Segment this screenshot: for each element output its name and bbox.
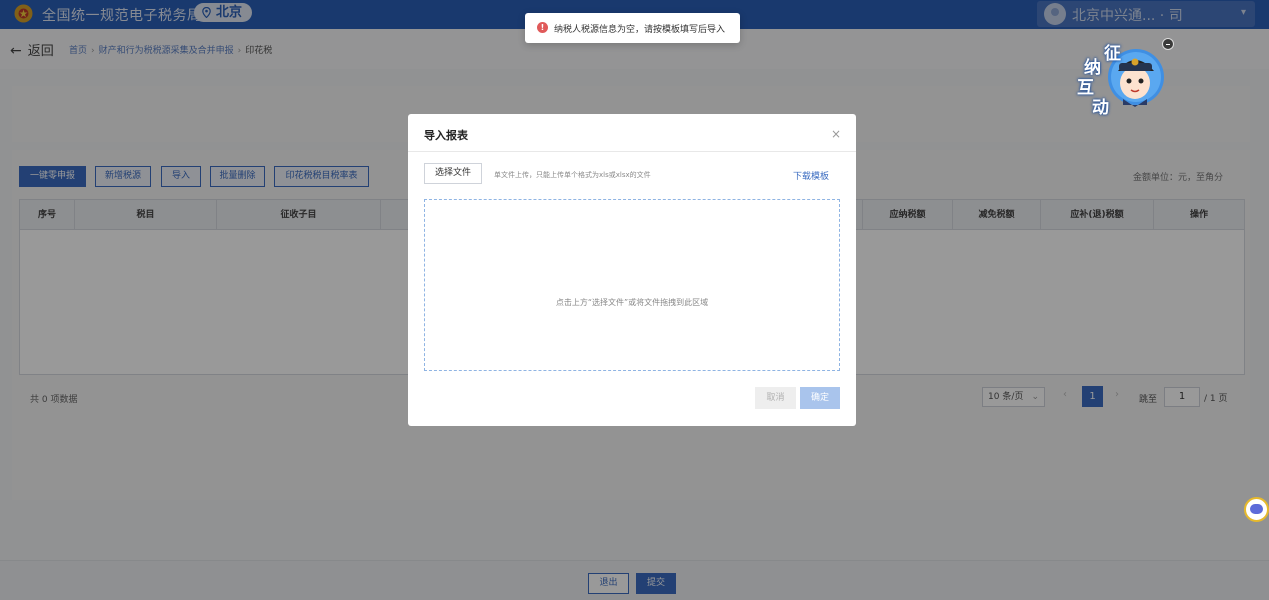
dialog-title: 导入报表	[424, 129, 468, 142]
choose-file-button[interactable]: 选择文件	[424, 163, 482, 184]
toast-message: 纳税人税源信息为空，请按模板填写后导入	[554, 25, 726, 35]
close-icon[interactable]: ×	[831, 127, 841, 141]
download-template-link[interactable]: 下载模板	[793, 169, 829, 182]
cancel-button[interactable]: 取消	[755, 387, 796, 409]
chat-assistant-icon[interactable]	[1244, 497, 1269, 522]
drop-hint: 点击上方“选择文件”或将文件拖拽到此区域	[555, 298, 709, 307]
mascot-char: 动	[1092, 98, 1109, 118]
upload-hint: 单文件上传，只能上传单个格式为xls或xlsx的文件	[494, 171, 651, 179]
file-drop-zone[interactable]: 点击上方“选择文件”或将文件拖拽到此区域	[424, 199, 840, 371]
error-toast: ! 纳税人税源信息为空，请按模板填写后导入	[525, 13, 740, 43]
minimize-icon[interactable]	[1162, 38, 1174, 50]
import-report-dialog: 导入报表 × 选择文件 单文件上传，只能上传单个格式为xls或xlsx的文件 下…	[408, 114, 856, 426]
mascot-char: 征	[1104, 44, 1121, 64]
error-icon: !	[537, 22, 548, 33]
confirm-button[interactable]: 确定	[800, 387, 840, 409]
divider	[408, 151, 856, 152]
